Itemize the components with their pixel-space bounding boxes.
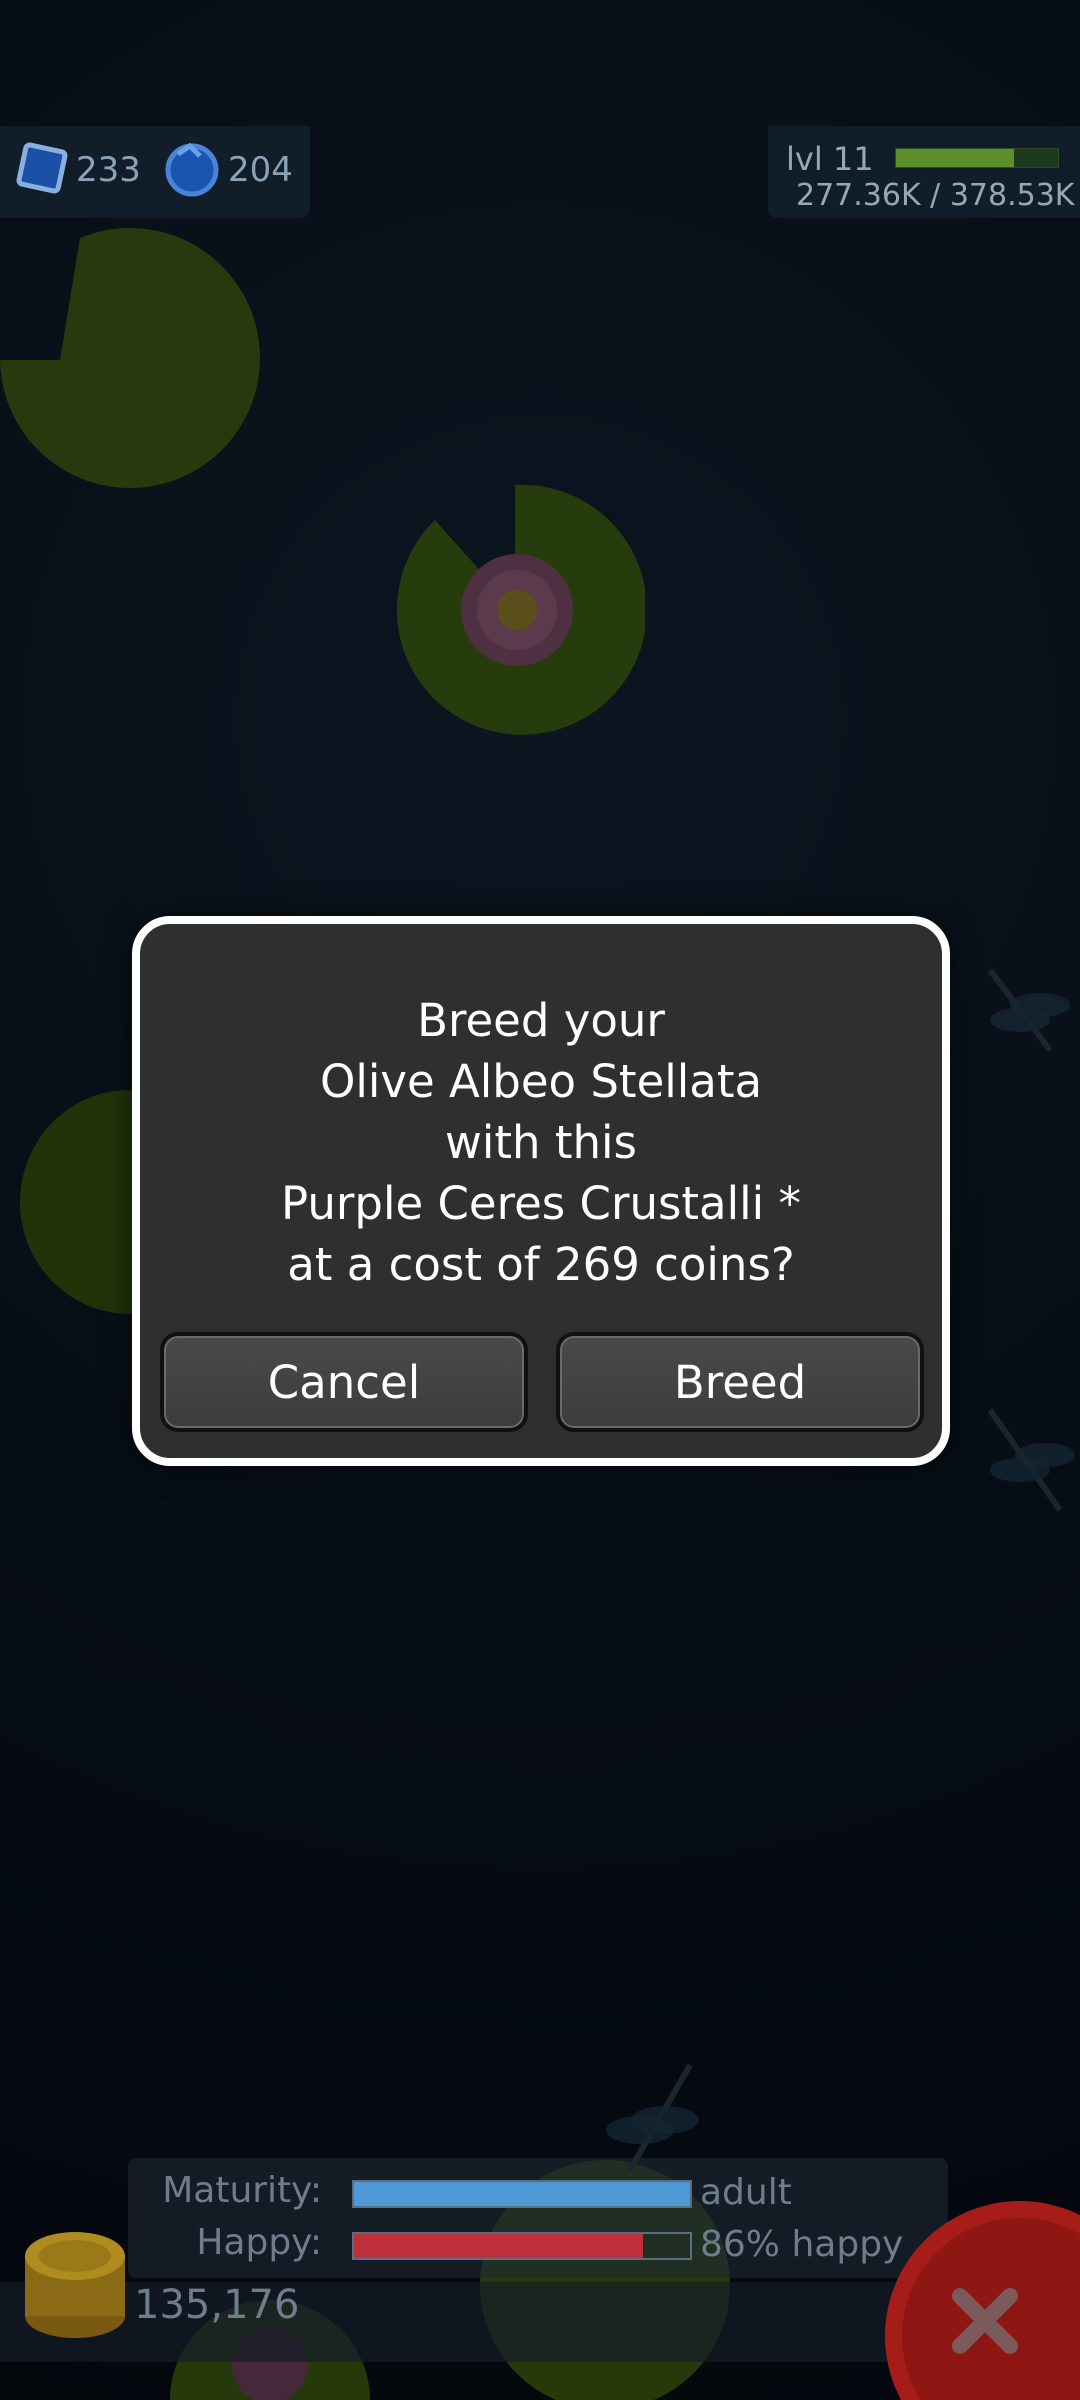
- blue-gem-icon: [16, 142, 68, 194]
- happy-bar: [352, 2232, 692, 2260]
- breed-confirm-dialog: Breed your Olive Albeo Stellata with thi…: [132, 916, 950, 1466]
- happy-label: Happy:: [196, 2222, 322, 2263]
- dialog-line: Olive Albeo Stellata: [319, 1055, 763, 1108]
- coin-stack-icon: [25, 2232, 125, 2338]
- blue-orb-icon: [165, 142, 219, 197]
- blue-orb-count: 204: [228, 150, 293, 190]
- close-button[interactable]: [880, 2196, 1080, 2400]
- dialog-message: Breed your Olive Albeo Stellata with thi…: [140, 990, 942, 1295]
- happy-value: 86% happy: [700, 2224, 904, 2265]
- dialog-line: Breed your: [417, 994, 665, 1047]
- xp-progress-bar: [895, 148, 1059, 168]
- xp-text: 277.36K / 378.53K: [796, 178, 1075, 213]
- breed-button[interactable]: Breed: [556, 1332, 924, 1432]
- dialog-line: at a cost of 269 coins?: [287, 1238, 795, 1291]
- cancel-button[interactable]: Cancel: [160, 1332, 528, 1432]
- coins-count: 135,176: [134, 2282, 300, 2328]
- maturity-label: Maturity:: [162, 2170, 322, 2211]
- level-label: lvl 11: [786, 140, 874, 178]
- dialog-line: with this: [445, 1116, 637, 1169]
- maturity-bar: [352, 2180, 692, 2208]
- blue-gem-count: 233: [76, 150, 141, 190]
- dialog-line: Purple Ceres Crustalli *: [281, 1177, 801, 1230]
- maturity-value: adult: [700, 2172, 792, 2213]
